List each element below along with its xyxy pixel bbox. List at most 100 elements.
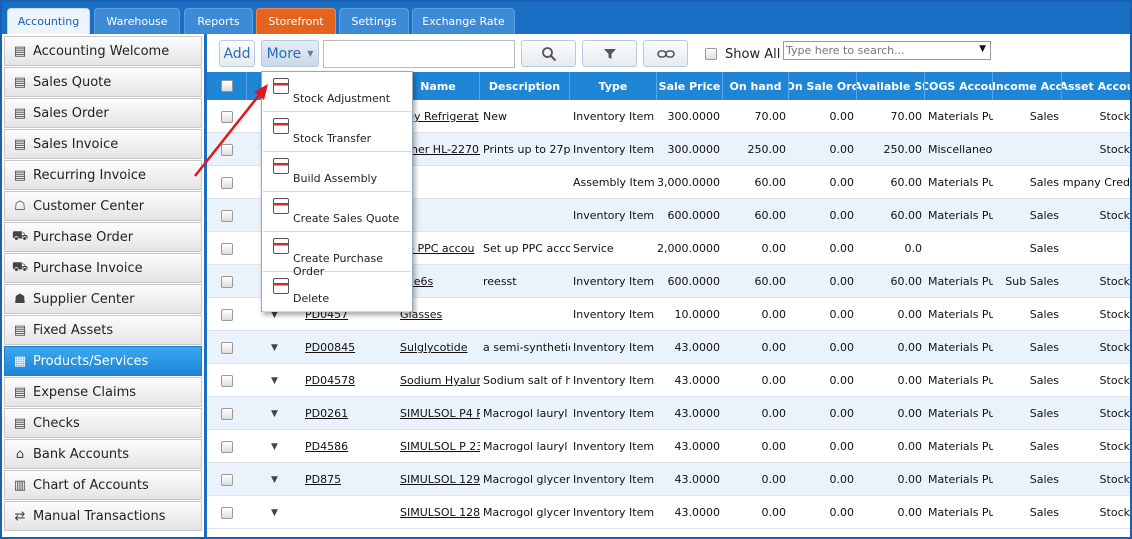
cell-name[interactable]: SIMULSOL 1292 F [397, 463, 480, 496]
search-input[interactable] [786, 43, 966, 58]
cell-code[interactable]: PD00845 [302, 331, 397, 364]
column-header[interactable]: COGS Accou [925, 72, 993, 100]
add-button[interactable]: Add [219, 40, 255, 67]
row-checkbox[interactable] [221, 440, 233, 453]
sidebar-item[interactable]: ▥ Chart of Accounts [4, 470, 202, 500]
column-header[interactable]: Description [480, 72, 570, 100]
menu-item[interactable]: Create Sales Quote [263, 192, 411, 232]
sidebar-item[interactable]: ▦ Products/Services [4, 346, 202, 376]
more-button[interactable]: More ▼ [261, 40, 319, 67]
code-text[interactable]: PD0261 [305, 407, 348, 420]
sidebar-item[interactable]: ▤ Sales Invoice [4, 129, 202, 159]
menu-item[interactable]: Build Assembly [263, 152, 411, 192]
quick-input[interactable] [323, 40, 515, 68]
sidebar-item[interactable]: ▤ Expense Claims [4, 377, 202, 407]
cell-name[interactable]: SIMULSOL P4 PHA [397, 397, 480, 430]
row-expand-icon[interactable]: ▼ [247, 463, 302, 496]
sidebar-item[interactable]: ▤ Sales Quote [4, 67, 202, 97]
cell-code[interactable] [302, 496, 397, 529]
row-expand-icon[interactable]: ▼ [247, 397, 302, 430]
asset-text: Stock [1099, 308, 1130, 321]
cell-name[interactable]: SIMULSOL 1285 F [397, 496, 480, 529]
link-button[interactable] [643, 40, 688, 67]
name-text[interactable]: SIMULSOL 1292 F [400, 473, 480, 486]
cell-name[interactable]: SIMULSOL P 23 PI [397, 430, 480, 463]
show-all-checkbox[interactable] [705, 48, 717, 60]
cell-name[interactable]: Sulglycotide [397, 331, 480, 364]
sidebar-item[interactable]: ▤ Fixed Assets [4, 315, 202, 345]
row-expand-icon[interactable]: ▼ [247, 364, 302, 397]
column-header[interactable]: On Sale Ord [789, 72, 857, 100]
column-header[interactable]: Sale Price [657, 72, 723, 100]
table-row[interactable]: ▼PD04578 Sodium HyaluronSodium salt of hy… [207, 364, 1130, 397]
name-text[interactable]: Sulglycotide [400, 341, 467, 354]
tab-exchange-rate[interactable]: Exchange Rate [412, 8, 515, 34]
tab-warehouse[interactable]: Warehouse [94, 8, 180, 34]
row-checkbox[interactable] [221, 308, 233, 321]
column-header[interactable]: Available St [857, 72, 925, 100]
cell-avail: 0.00 [857, 298, 925, 331]
row-expand-icon[interactable]: ▼ [247, 430, 302, 463]
column-header[interactable] [207, 72, 247, 100]
name-text[interactable]: SIMULSOL P4 PHA [400, 407, 480, 420]
table-row[interactable]: ▼ SIMULSOL 1285 FMacrogol glycerol iInven… [207, 496, 1130, 529]
sidebar-item[interactable]: ▤ Recurring Invoice [4, 160, 202, 190]
row-checkbox[interactable] [221, 407, 233, 420]
sidebar-item[interactable]: ▤ Checks [4, 408, 202, 438]
row-checkbox[interactable] [221, 275, 233, 288]
row-checkbox[interactable] [221, 341, 233, 354]
row-checkbox[interactable] [221, 374, 233, 387]
row-checkbox[interactable] [221, 506, 233, 519]
sidebar-item[interactable]: ▤ Accounting Welcome [4, 36, 202, 66]
filter-button[interactable] [582, 40, 637, 67]
table-row[interactable]: ▼PD0261 SIMULSOL P4 PHAMacrogol lauryl et… [207, 397, 1130, 430]
code-text[interactable]: PD00845 [305, 341, 355, 354]
sidebar-item[interactable]: ⛟ Purchase Invoice [4, 253, 202, 283]
code-text[interactable]: PD4586 [305, 440, 348, 453]
cell-code[interactable]: PD04578 [302, 364, 397, 397]
search-dropdown[interactable]: ▼ [783, 41, 991, 60]
menu-item[interactable]: Stock Transfer [263, 112, 411, 152]
row-expand-icon[interactable]: ▼ [247, 496, 302, 529]
sidebar-item[interactable]: ⌂ Bank Accounts [4, 439, 202, 469]
table-row[interactable]: ▼PD875 SIMULSOL 1292 FMacrogol glycerol i… [207, 463, 1130, 496]
row-checkbox[interactable] [221, 176, 233, 189]
cell-code[interactable]: PD0261 [302, 397, 397, 430]
row-checkbox[interactable] [221, 473, 233, 486]
tab-reports[interactable]: Reports [184, 8, 253, 34]
sidebar-item[interactable]: ⇄ Manual Transactions [4, 501, 202, 531]
column-header[interactable]: On hand [723, 72, 789, 100]
sidebar-item[interactable]: ☖ Customer Center [4, 191, 202, 221]
row-checkbox[interactable] [221, 242, 233, 255]
menu-item[interactable]: Create Purchase Order [263, 232, 411, 278]
tab-settings[interactable]: Settings [339, 8, 409, 34]
column-header[interactable]: Type [570, 72, 657, 100]
sidebar-item[interactable]: ▤ Sales Order [4, 98, 202, 128]
select-all-checkbox[interactable] [220, 80, 233, 92]
row-expand-icon[interactable]: ▼ [247, 331, 302, 364]
tab-storefront[interactable]: Storefront [256, 8, 336, 34]
menu-item[interactable]: Delete [263, 272, 411, 312]
menu-item[interactable]: Stock Adjustment [263, 72, 411, 112]
name-text[interactable]: SIMULSOL P 23 PI [400, 440, 480, 453]
tab-accounting[interactable]: Accounting [7, 8, 90, 34]
name-text[interactable]: Sodium Hyaluron [400, 374, 480, 387]
row-checkbox-cell [207, 166, 247, 199]
row-checkbox[interactable] [221, 143, 233, 156]
cell-name[interactable]: Sodium Hyaluron [397, 364, 480, 397]
dropdown-arrow-icon[interactable]: ▼ [979, 44, 986, 54]
sidebar-item[interactable]: ☗ Supplier Center [4, 284, 202, 314]
table-row[interactable]: ▼PD4586 SIMULSOL P 23 PIMacrogol lauryl e… [207, 430, 1130, 463]
sidebar-item[interactable]: ⛟ Purchase Order [4, 222, 202, 252]
code-text[interactable]: PD875 [305, 473, 341, 486]
cell-code[interactable]: PD4586 [302, 430, 397, 463]
row-checkbox[interactable] [221, 209, 233, 222]
column-header[interactable]: Income Acc [993, 72, 1062, 100]
column-header[interactable]: Asset Accou [1062, 72, 1130, 100]
search-button[interactable] [521, 40, 576, 67]
row-checkbox[interactable] [221, 110, 233, 123]
table-row[interactable]: ▼PD00845 Sulglycotide a semi-synthetic gIn… [207, 331, 1130, 364]
code-text[interactable]: PD04578 [305, 374, 355, 387]
name-text[interactable]: SIMULSOL 1285 F [400, 506, 480, 519]
cell-code[interactable]: PD875 [302, 463, 397, 496]
